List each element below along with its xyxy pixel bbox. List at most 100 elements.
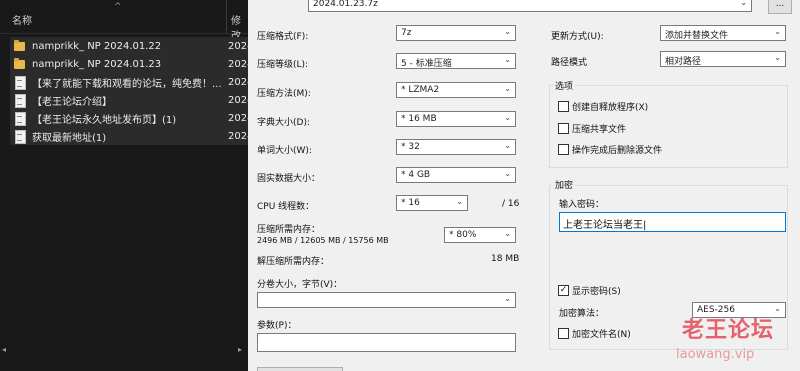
- split-volume-label: 分卷大小，字节(V)：: [257, 280, 343, 290]
- file-date: 2024: [228, 130, 248, 142]
- archive-name-value: 2024.01.23.7z: [313, 0, 378, 9]
- file-name: namprikk_ NP 2024.01.23: [32, 58, 162, 70]
- cpu-threads-label: CPU 线程数：: [257, 202, 315, 212]
- update-mode-value: 添加并替换文件: [665, 31, 729, 41]
- file-name: 获取最新地址(1): [32, 132, 107, 144]
- options-group-title: 选项: [553, 79, 576, 92]
- file-name: namprikk_ NP 2024.01.22: [32, 40, 162, 52]
- word-size-label: 单词大小(W):: [257, 146, 312, 156]
- cpu-threads-max: / 16: [502, 199, 520, 209]
- chevron-down-icon: ⌄: [456, 197, 463, 206]
- create-sfx-checkbox[interactable]: 创建自释放程序(X): [558, 100, 648, 113]
- solid-block-label: 固实数据大小：: [257, 174, 321, 184]
- cpu-threads-select[interactable]: * 16 ⌄: [396, 195, 468, 211]
- memory-decompress-value: 18 MB: [491, 254, 520, 264]
- file-date: 2024: [228, 112, 248, 124]
- chevron-down-icon: ⌄: [774, 53, 781, 62]
- word-size-select[interactable]: * 32 ⌄: [396, 139, 516, 155]
- chevron-down-icon[interactable]: ⌄: [740, 0, 747, 7]
- scroll-left-icon[interactable]: ◂: [2, 345, 6, 354]
- file-explorer-pane: ^ 名称 修改 namprikk_ NP 2024.01.22 2024 nam…: [0, 0, 248, 371]
- file-name: 【老王论坛介绍】: [32, 96, 112, 108]
- file-date: 2024: [228, 76, 248, 88]
- document-icon: [13, 75, 27, 90]
- file-date: 2024: [228, 58, 248, 70]
- explorer-column-header: ^ 名称 修改: [0, 0, 248, 42]
- dictionary-select[interactable]: * 16 MB ⌄: [396, 111, 516, 127]
- chevron-down-icon: ⌄: [504, 141, 511, 150]
- chevron-down-icon: ⌄: [504, 84, 511, 93]
- chevron-down-icon: ⌄: [774, 27, 781, 36]
- format-select[interactable]: 7z ⌄: [396, 25, 516, 41]
- column-header-name[interactable]: 名称: [12, 12, 32, 27]
- encryption-group-title: 加密: [553, 178, 576, 191]
- memory-compress-value: 2496 MB / 12605 MB / 15756 MB: [257, 236, 389, 245]
- password-input[interactable]: 上老王论坛当老王|: [559, 212, 786, 232]
- word-size-value: * 32: [401, 142, 420, 152]
- checkbox-box[interactable]: [558, 328, 569, 339]
- path-mode-select[interactable]: 相对路径 ⌄: [660, 51, 786, 67]
- file-date: 2024: [228, 40, 248, 52]
- horizontal-scrollbar[interactable]: ◂ ▸: [0, 345, 248, 355]
- compress-shared-checkbox[interactable]: 压缩共享文件: [558, 122, 626, 135]
- chevron-down-icon: ⌄: [504, 113, 511, 122]
- footer-button[interactable]: [257, 367, 343, 371]
- file-row[interactable]: 获取最新地址(1) 2024: [10, 127, 248, 145]
- solid-block-value: * 4 GB: [401, 170, 431, 180]
- file-row[interactable]: namprikk_ NP 2024.01.22 2024: [10, 37, 248, 55]
- split-volume-select[interactable]: ⌄: [257, 292, 516, 308]
- level-label: 压缩等级(L):: [257, 60, 309, 70]
- checkbox-box[interactable]: [558, 101, 569, 112]
- delete-after-checkbox[interactable]: 操作完成后删除源文件: [558, 143, 662, 156]
- path-mode-label: 路径模式: [551, 58, 588, 68]
- dictionary-value: * 16 MB: [401, 114, 437, 124]
- show-password-checkbox[interactable]: ✓ 显示密码(S): [558, 284, 621, 297]
- memory-percent-select[interactable]: * 80% ⌄: [444, 227, 516, 243]
- file-row[interactable]: 【老王论坛介绍】 2024: [10, 91, 248, 109]
- show-password-label: 显示密码(S): [572, 287, 621, 297]
- watermark-url: laowang.vip: [676, 347, 755, 362]
- checkbox-box[interactable]: [558, 123, 569, 134]
- update-mode-select[interactable]: 添加并替换文件 ⌄: [660, 25, 786, 41]
- level-value: 5 - 标准压缩: [401, 59, 452, 69]
- parameters-input[interactable]: [257, 333, 516, 352]
- encrypt-filenames-label: 加密文件名(N): [572, 330, 631, 340]
- file-row[interactable]: 【来了就能下载和观看的论坛，纯免费！... 2024: [10, 73, 248, 91]
- document-icon: [13, 93, 27, 108]
- sort-arrow-icon: ^: [114, 2, 122, 12]
- memory-decompress-label: 解压缩所需内存：: [257, 257, 330, 267]
- checkbox-box[interactable]: ✓: [558, 285, 569, 296]
- password-label: 输入密码：: [559, 200, 605, 210]
- file-name: 【老王论坛永久地址发布页】(1): [32, 114, 177, 126]
- level-select[interactable]: 5 - 标准压缩 ⌄: [396, 53, 516, 69]
- watermark-logo: 老王论坛: [681, 318, 774, 343]
- chevron-down-icon: ⌄: [504, 55, 511, 64]
- method-value: * LZMA2: [401, 85, 440, 95]
- chevron-down-icon: ⌄: [504, 27, 511, 36]
- checkbox-box[interactable]: [558, 144, 569, 155]
- file-row[interactable]: namprikk_ NP 2024.01.23 2024: [10, 55, 248, 73]
- compress-shared-label: 压缩共享文件: [572, 125, 627, 135]
- format-label: 压缩格式(F):: [257, 32, 309, 42]
- document-icon: [13, 111, 27, 126]
- column-divider[interactable]: [226, 0, 227, 34]
- path-mode-value: 相对路径: [665, 57, 702, 67]
- file-name: 【来了就能下载和观看的论坛，纯免费！...: [32, 78, 222, 90]
- chevron-down-icon: ⌄: [504, 294, 511, 303]
- archive-name-combo[interactable]: 2024.01.23.7z ⌄: [308, 0, 752, 12]
- browse-button[interactable]: ...: [768, 0, 792, 14]
- method-select[interactable]: * LZMA2 ⌄: [396, 82, 516, 98]
- update-mode-label: 更新方式(U):: [551, 32, 604, 42]
- file-row[interactable]: 【老王论坛永久地址发布页】(1) 2024: [10, 109, 248, 127]
- scroll-right-icon[interactable]: ▸: [238, 345, 242, 354]
- chevron-down-icon: ⌄: [504, 229, 511, 238]
- folder-icon: [13, 57, 27, 71]
- encryption-method-label: 加密算法：: [559, 309, 605, 319]
- method-label: 压缩方法(M):: [257, 89, 311, 99]
- encrypt-filenames-checkbox[interactable]: 加密文件名(N): [558, 327, 631, 340]
- document-icon: [13, 129, 27, 144]
- dictionary-label: 字典大小(D):: [257, 118, 310, 128]
- file-date: 2024: [228, 94, 248, 106]
- solid-block-select[interactable]: * 4 GB ⌄: [396, 167, 516, 183]
- parameters-label: 参数(P)：: [257, 321, 297, 331]
